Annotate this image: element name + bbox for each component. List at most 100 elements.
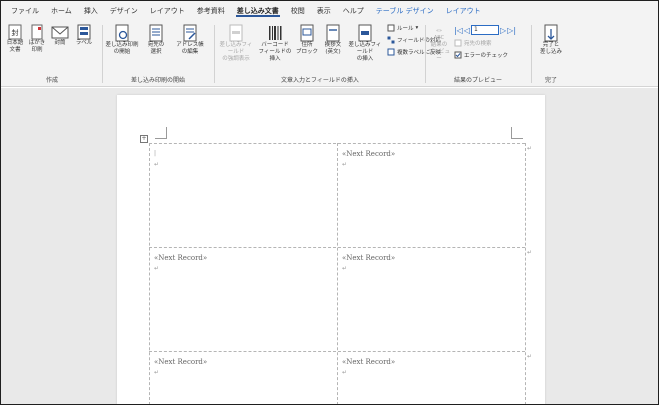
label-cell[interactable]: «Next Record» ↵ bbox=[338, 144, 526, 247]
table-move-handle-icon[interactable]: + bbox=[140, 135, 148, 143]
group-preview-label: 結果のプレビュー bbox=[453, 77, 502, 84]
finish-merge-label: 完了と 差し込み bbox=[539, 42, 562, 55]
next-record-field: «Next Record» bbox=[342, 254, 396, 262]
start-merge-button[interactable]: 差し込み印刷 の開始 bbox=[105, 24, 139, 56]
tab-file[interactable]: ファイル bbox=[5, 1, 45, 21]
rules-icon bbox=[387, 24, 395, 32]
label-cell[interactable]: «Next Record» ↵ bbox=[338, 352, 526, 404]
greeting-line-button[interactable]: 挨拶文 (英文) bbox=[321, 24, 345, 56]
labels-icon bbox=[77, 24, 91, 40]
preview-results-icon: «»ABC bbox=[434, 28, 445, 41]
match-fields-icon bbox=[387, 36, 395, 44]
edit-recipient-list-button[interactable]: アドレス帳 の編集 bbox=[173, 24, 207, 56]
tab-help[interactable]: ヘルプ bbox=[337, 1, 370, 21]
insert-merge-field-button[interactable]: 差し込みフィールド の挿入 bbox=[347, 24, 383, 63]
paragraph-mark: ↵ bbox=[342, 265, 348, 272]
group-insert-fields-label: 文章入力とフィールドの挿入 bbox=[281, 77, 359, 84]
next-record-field: «Next Record» bbox=[342, 150, 396, 158]
highlight-fields-icon bbox=[229, 24, 243, 42]
next-record-field: «Next Record» bbox=[342, 358, 396, 366]
insert-field-icon bbox=[358, 24, 372, 42]
word-window: ファイル ホーム 挿入 デザイン レイアウト 参考資料 差し込み文書 校閲 表示… bbox=[0, 0, 659, 405]
group-finish: 完了と 差し込み 完了 bbox=[533, 21, 569, 87]
address-block-label: 住所 ブロック bbox=[295, 42, 318, 55]
barcode-button[interactable]: バーコード フィールドの挿入 bbox=[257, 24, 293, 63]
group-preview: «» ABC 結果の プレビュー |◁ ◁ 1 ▷ ▷| 宛先の検索 エラーのチェ… bbox=[428, 21, 528, 87]
margin-corner-mark bbox=[155, 127, 167, 139]
edit-list-label: アドレス帳 の編集 bbox=[176, 42, 204, 55]
document-area[interactable]: + | ↵ «Next Record» ↵ ↵ «Next Record» ↵ … bbox=[1, 88, 658, 404]
paragraph-mark: ↵ bbox=[342, 161, 348, 168]
label-cell[interactable]: «Next Record» ↵ bbox=[150, 248, 338, 351]
tab-layout[interactable]: レイアウト bbox=[144, 1, 191, 21]
label-cell[interactable]: «Next Record» ↵ bbox=[338, 248, 526, 351]
tab-table-design[interactable]: テーブル デザイン bbox=[370, 1, 440, 21]
labels-button[interactable]: ラベル bbox=[73, 24, 95, 47]
address-block-button[interactable]: 住所 ブロック bbox=[295, 24, 319, 56]
paragraph-mark: ↵ bbox=[342, 369, 348, 376]
tab-mailings[interactable]: 差し込み文書 bbox=[231, 1, 285, 21]
tab-insert[interactable]: 挿入 bbox=[78, 1, 104, 21]
finish-merge-icon bbox=[544, 24, 558, 42]
last-record-icon[interactable]: ▷| bbox=[507, 26, 516, 35]
hagaki-button[interactable]: はがき 印刷 bbox=[27, 24, 47, 54]
find-recipient-button[interactable]: 宛先の検索 bbox=[454, 39, 492, 47]
next-record-field: «Next Record» bbox=[154, 358, 208, 366]
rules-label: ルール bbox=[397, 26, 414, 32]
recipients-icon bbox=[149, 24, 163, 42]
first-record-icon[interactable]: |◁ bbox=[454, 26, 463, 35]
insert-field-label: 差し込みフィールド の挿入 bbox=[348, 42, 382, 62]
dropdown-arrow-icon: ▾ bbox=[415, 25, 419, 31]
tab-view[interactable]: 表示 bbox=[311, 1, 337, 21]
svg-text:ABC: ABC bbox=[434, 35, 445, 41]
envelope-label: 封筒 bbox=[54, 40, 66, 46]
finish-merge-button[interactable]: 完了と 差し込み bbox=[535, 24, 567, 56]
start-merge-label: 差し込み印刷 の開始 bbox=[105, 42, 139, 55]
preview-results-button[interactable]: «» ABC 結果の プレビュー bbox=[428, 24, 450, 63]
margin-corner-mark bbox=[511, 127, 523, 139]
select-recipients-label: 宛先の 選択 bbox=[147, 42, 165, 55]
tab-table-layout[interactable]: レイアウト bbox=[440, 1, 487, 21]
preview-results-label: 結果の プレビュー bbox=[428, 42, 451, 62]
group-create: 封 日本語 文書 はがき 印刷 封筒 ラベル 作成 bbox=[3, 21, 101, 87]
tab-design[interactable]: デザイン bbox=[104, 1, 144, 21]
paragraph-mark: ↵ bbox=[154, 161, 160, 168]
check-errors-button[interactable]: エラーのチェック bbox=[454, 51, 508, 59]
check-errors-icon bbox=[454, 51, 462, 59]
address-block-icon bbox=[300, 24, 314, 42]
group-create-label: 作成 bbox=[45, 77, 58, 84]
tab-home[interactable]: ホーム bbox=[45, 1, 78, 21]
highlight-fields-button[interactable]: 差し込みフィールド の強調表示 bbox=[217, 24, 255, 63]
group-start-merge-label: 差し込み印刷の開始 bbox=[130, 77, 185, 84]
find-recipient-label: 宛先の検索 bbox=[464, 41, 492, 47]
find-recipient-icon bbox=[454, 39, 462, 47]
paragraph-mark: ↵ bbox=[154, 265, 160, 272]
greeting-line-icon bbox=[326, 24, 340, 42]
ribbon-tabs: ファイル ホーム 挿入 デザイン レイアウト 参考資料 差し込み文書 校閲 表示… bbox=[1, 1, 658, 21]
tab-review[interactable]: 校閲 bbox=[285, 1, 311, 21]
row-end-mark: ↵ bbox=[527, 145, 533, 152]
envelope-button[interactable]: 封筒 bbox=[49, 24, 71, 47]
next-record-icon[interactable]: ▷ bbox=[500, 26, 506, 35]
postcard-icon bbox=[31, 24, 43, 40]
record-number-field[interactable]: 1 bbox=[471, 25, 500, 35]
previous-record-icon[interactable]: ◁ bbox=[464, 26, 470, 35]
group-start-merge: 差し込み印刷 の開始 宛先の 選択 アドレス帳 の編集 差し込み印刷の開始 bbox=[105, 21, 211, 87]
svg-text:«»: «» bbox=[436, 28, 442, 34]
nihon-bunsho-button[interactable]: 封 日本語 文書 bbox=[5, 24, 25, 54]
label-cell[interactable]: | ↵ bbox=[150, 144, 338, 247]
group-insert-fields: 差し込みフィールド の強調表示 バーコード フィールドの挿入 住所 ブロック 挨… bbox=[217, 21, 441, 87]
rules-button[interactable]: ルール ▾ bbox=[387, 24, 418, 32]
labels-label: ラベル bbox=[75, 40, 93, 46]
separator bbox=[102, 25, 103, 83]
text-cursor: | bbox=[154, 150, 157, 157]
label-cell[interactable]: «Next Record» ↵ bbox=[150, 352, 338, 404]
barcode-label: バーコード フィールドの挿入 bbox=[258, 42, 292, 62]
nihon-bunsho-label: 日本語 文書 bbox=[6, 40, 24, 53]
document-page[interactable]: + | ↵ «Next Record» ↵ ↵ «Next Record» ↵ … bbox=[117, 95, 545, 404]
start-merge-icon bbox=[115, 24, 129, 42]
check-errors-label: エラーのチェック bbox=[464, 53, 509, 59]
select-recipients-button[interactable]: 宛先の 選択 bbox=[141, 24, 171, 56]
document-icon: 封 bbox=[8, 24, 22, 40]
tab-references[interactable]: 参考資料 bbox=[191, 1, 231, 21]
